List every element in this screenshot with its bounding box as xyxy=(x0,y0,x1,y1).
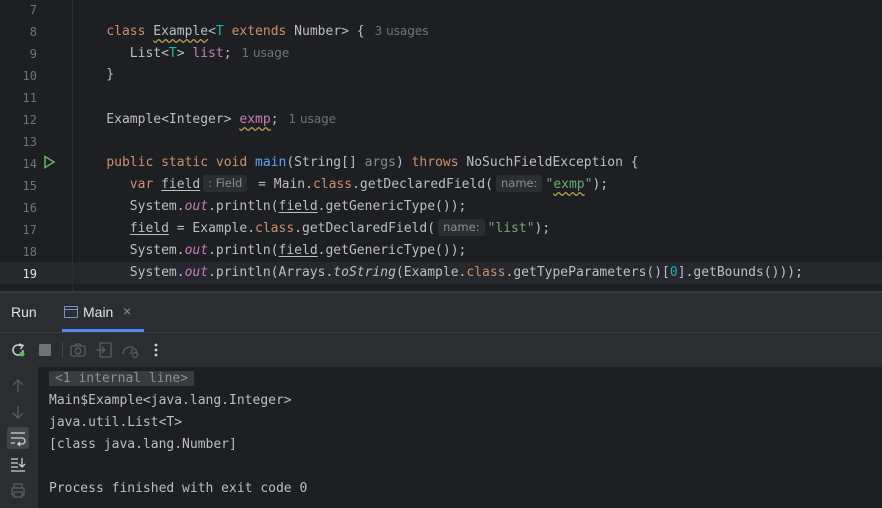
line-number: 9 xyxy=(29,47,37,61)
console-line: <1 internal line> xyxy=(49,369,195,389)
line-number: 11 xyxy=(22,91,37,105)
line-number: 7 xyxy=(29,3,37,17)
usages-hint[interactable]: 1 usage xyxy=(242,46,290,60)
console-line: Process finished with exit code 0 xyxy=(49,481,308,496)
console-output[interactable]: <1 internal line> Main$Example<java.lang… xyxy=(38,367,882,508)
scroll-to-end-icon[interactable] xyxy=(9,455,27,473)
camera-icon[interactable] xyxy=(69,341,87,359)
more-icon[interactable] xyxy=(147,341,165,359)
line-number: 15 xyxy=(22,179,37,193)
tab-main-label: Main xyxy=(83,304,114,320)
run-toolbar xyxy=(0,333,882,367)
active-tab-indicator xyxy=(62,329,144,332)
line-number: 17 xyxy=(22,223,37,237)
console-line: java.util.List<T> xyxy=(49,415,183,430)
rerun-icon[interactable] xyxy=(9,341,27,359)
code-line: var field: Field = Main.class.getDeclare… xyxy=(129,175,609,192)
stop-icon[interactable] xyxy=(36,341,54,359)
console-line: [class java.lang.Number] xyxy=(49,437,237,452)
code-line: System.out.println(field.getGenericType(… xyxy=(75,243,467,258)
up-arrow-icon[interactable] xyxy=(9,377,27,395)
gutter-separator xyxy=(72,0,73,291)
run-tool-window-header: Run Main × xyxy=(0,293,882,333)
line-number: 18 xyxy=(22,245,37,259)
dump-threads-icon[interactable] xyxy=(121,341,139,359)
code-line: } xyxy=(75,67,115,82)
console-tab-icon xyxy=(64,306,78,318)
line-number: 12 xyxy=(22,113,37,127)
usages-hint[interactable]: 1 usage xyxy=(289,112,337,126)
line-number: 8 xyxy=(29,25,37,39)
soft-wrap-icon[interactable] xyxy=(7,427,29,449)
code-editor[interactable]: 7 8 9 10 11 12 13 14 15 16 17 18 19 clas… xyxy=(0,0,882,291)
tab-main[interactable]: Main × xyxy=(62,293,144,332)
line-number: 14 xyxy=(22,157,37,171)
run-main-icon[interactable] xyxy=(42,155,56,169)
line-number: 10 xyxy=(22,69,37,83)
code-line-current: System.out.println(Arrays.toString(Examp… xyxy=(75,265,803,280)
run-title: Run xyxy=(11,304,37,320)
line-number: 16 xyxy=(22,201,37,215)
toolbar-separator xyxy=(62,342,63,358)
restore-layout-icon[interactable] xyxy=(95,341,113,359)
code-line: field = Example.class.getDeclaredField(n… xyxy=(129,219,551,236)
param-inlay-hint: name: xyxy=(495,175,543,192)
code-line: System.out.println(field.getGenericType(… xyxy=(75,199,467,214)
down-arrow-icon[interactable] xyxy=(9,403,27,421)
code-line: List<T> list; 1 usage xyxy=(75,46,290,61)
line-number: 13 xyxy=(22,135,37,149)
console-line: Main$Example<java.lang.Integer> xyxy=(49,393,292,408)
code-line: Example<Integer> exmp; 1 usage xyxy=(75,112,337,127)
internal-lines-fold[interactable]: <1 internal line> xyxy=(49,371,195,386)
code-line: class Example<T extends Number> {3 usage… xyxy=(106,24,429,39)
line-number-current: 19 xyxy=(22,267,37,281)
param-inlay-hint: name: xyxy=(438,219,485,236)
print-icon[interactable] xyxy=(9,481,27,499)
close-icon[interactable]: × xyxy=(123,303,131,319)
usages-hint[interactable]: 3 usages xyxy=(375,24,429,38)
code-line: public static void main(String[] args) t… xyxy=(106,155,639,170)
console-side-toolbar xyxy=(0,367,38,508)
type-inlay-hint: : Field xyxy=(203,175,248,192)
